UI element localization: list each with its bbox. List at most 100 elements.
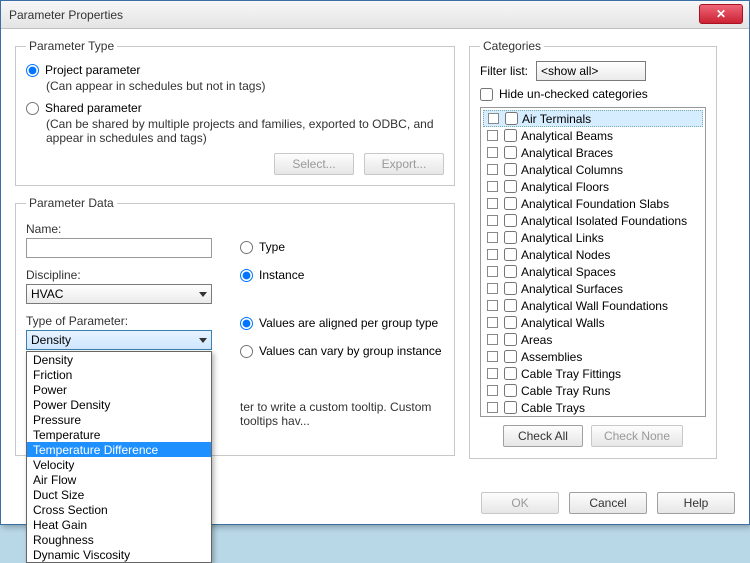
close-icon: ✕ xyxy=(716,8,726,20)
ok-button[interactable]: OK xyxy=(481,492,559,514)
category-item[interactable]: Cable Tray Fittings xyxy=(483,365,703,382)
shared-parameter-radio[interactable] xyxy=(26,102,39,115)
name-field[interactable] xyxy=(26,238,212,258)
dropdown-item[interactable]: Power xyxy=(27,382,211,397)
category-checkbox[interactable] xyxy=(504,367,517,380)
category-label: Analytical Braces xyxy=(521,146,613,160)
category-checkbox[interactable] xyxy=(504,163,517,176)
dropdown-item[interactable]: Cross Section xyxy=(27,502,211,517)
category-item[interactable]: Analytical Isolated Foundations xyxy=(483,212,703,229)
category-item[interactable]: Analytical Braces xyxy=(483,144,703,161)
category-item[interactable]: Analytical Walls xyxy=(483,314,703,331)
category-item[interactable]: Analytical Surfaces xyxy=(483,280,703,297)
category-item[interactable]: Cable Trays xyxy=(483,399,703,416)
project-parameter-label: Project parameter xyxy=(45,63,140,77)
close-button[interactable]: ✕ xyxy=(699,4,743,24)
dialog-footer: OK Cancel Help xyxy=(481,492,735,514)
category-item[interactable]: Air Terminals xyxy=(483,110,703,127)
dropdown-item[interactable]: Temperature xyxy=(27,427,211,442)
check-all-button[interactable]: Check All xyxy=(503,425,583,447)
category-item[interactable]: Analytical Nodes xyxy=(483,246,703,263)
category-checkbox[interactable] xyxy=(504,333,517,346)
project-parameter-radio[interactable] xyxy=(26,64,39,77)
values-vary-radio-row[interactable]: Values can vary by group instance xyxy=(240,344,444,358)
category-checkbox[interactable] xyxy=(504,350,517,363)
category-item[interactable]: Analytical Beams xyxy=(483,127,703,144)
select-button[interactable]: Select... xyxy=(274,153,354,175)
category-checkbox[interactable] xyxy=(504,384,517,397)
shared-parameter-radio-row[interactable]: Shared parameter xyxy=(26,101,444,115)
category-item[interactable]: Casework xyxy=(483,416,703,417)
instance-radio[interactable] xyxy=(240,269,253,282)
dropdown-item[interactable]: Temperature Difference xyxy=(27,442,211,457)
export-button[interactable]: Export... xyxy=(364,153,444,175)
values-aligned-radio-row[interactable]: Values are aligned per group type xyxy=(240,316,444,330)
type-of-parameter-dropdown[interactable]: DensityFrictionPowerPower DensityPressur… xyxy=(26,351,212,563)
category-checkbox[interactable] xyxy=(504,214,517,227)
category-item[interactable]: Areas xyxy=(483,331,703,348)
values-aligned-radio[interactable] xyxy=(240,317,253,330)
name-label: Name: xyxy=(26,222,212,236)
type-of-parameter-combo[interactable]: Density xyxy=(26,330,212,350)
chevron-down-icon xyxy=(199,338,207,343)
right-column: Categories Filter list: <show all> Hide … xyxy=(469,39,717,469)
category-item[interactable]: Assemblies xyxy=(483,348,703,365)
category-checkbox[interactable] xyxy=(504,299,517,312)
category-label: Analytical Floors xyxy=(521,180,609,194)
category-item[interactable]: Cable Tray Runs xyxy=(483,382,703,399)
category-checkbox[interactable] xyxy=(504,248,517,261)
category-checkbox[interactable] xyxy=(504,197,517,210)
hide-unchecked-label: Hide un-checked categories xyxy=(499,87,648,101)
category-item[interactable]: Analytical Columns xyxy=(483,161,703,178)
tooltip-hint: ter to write a custom tooltip. Custom to… xyxy=(240,400,444,428)
project-parameter-radio-row[interactable]: Project parameter xyxy=(26,63,444,77)
help-button[interactable]: Help xyxy=(657,492,735,514)
category-label: Analytical Links xyxy=(521,231,604,245)
category-checkbox[interactable] xyxy=(505,112,518,125)
discipline-combo[interactable]: HVAC xyxy=(26,284,212,304)
filter-row: Filter list: <show all> xyxy=(480,61,706,81)
shared-parameter-desc: (Can be shared by multiple projects and … xyxy=(46,117,444,145)
dropdown-item[interactable]: Heat Gain xyxy=(27,517,211,532)
category-checkbox[interactable] xyxy=(504,282,517,295)
category-checkbox[interactable] xyxy=(504,316,517,329)
category-item[interactable]: Analytical Floors xyxy=(483,178,703,195)
hide-unchecked-checkbox[interactable] xyxy=(480,88,493,101)
cancel-button[interactable]: Cancel xyxy=(569,492,647,514)
dropdown-item[interactable]: Duct Size xyxy=(27,487,211,502)
dropdown-item[interactable]: Pressure xyxy=(27,412,211,427)
category-label: Analytical Nodes xyxy=(521,248,610,262)
dropdown-item[interactable]: Friction xyxy=(27,367,211,382)
category-checkbox[interactable] xyxy=(504,231,517,244)
category-item[interactable]: Analytical Foundation Slabs xyxy=(483,195,703,212)
type-radio-row[interactable]: Type xyxy=(240,240,444,254)
dropdown-item[interactable]: Power Density xyxy=(27,397,211,412)
dropdown-item[interactable]: Velocity xyxy=(27,457,211,472)
check-none-button[interactable]: Check None xyxy=(591,425,683,447)
dropdown-item[interactable]: Density xyxy=(27,352,211,367)
type-radio[interactable] xyxy=(240,241,253,254)
values-vary-label: Values can vary by group instance xyxy=(259,344,442,358)
dropdown-item[interactable]: Dynamic Viscosity xyxy=(27,547,211,562)
discipline-value: HVAC xyxy=(31,287,63,301)
category-checkbox[interactable] xyxy=(504,401,517,414)
filter-list-combo[interactable]: <show all> xyxy=(536,61,646,81)
category-checkbox[interactable] xyxy=(504,129,517,142)
category-checkbox[interactable] xyxy=(504,180,517,193)
category-checkbox[interactable] xyxy=(504,265,517,278)
category-label: Analytical Wall Foundations xyxy=(521,299,668,313)
discipline-label: Discipline: xyxy=(26,268,212,282)
dropdown-item[interactable]: Roughness xyxy=(27,532,211,547)
category-label: Analytical Walls xyxy=(521,316,605,330)
category-item[interactable]: Analytical Spaces xyxy=(483,263,703,280)
dialog-title: Parameter Properties xyxy=(9,8,123,22)
category-label: Analytical Foundation Slabs xyxy=(521,197,669,211)
values-vary-radio[interactable] xyxy=(240,345,253,358)
dropdown-item[interactable]: Air Flow xyxy=(27,472,211,487)
categories-list[interactable]: Air TerminalsAnalytical Beams Analytical … xyxy=(480,107,706,417)
category-item[interactable]: Analytical Wall Foundations xyxy=(483,297,703,314)
instance-radio-row[interactable]: Instance xyxy=(240,268,444,282)
category-checkbox[interactable] xyxy=(504,146,517,159)
category-item[interactable]: Analytical Links xyxy=(483,229,703,246)
hide-unchecked-row[interactable]: Hide un-checked categories xyxy=(480,87,706,101)
